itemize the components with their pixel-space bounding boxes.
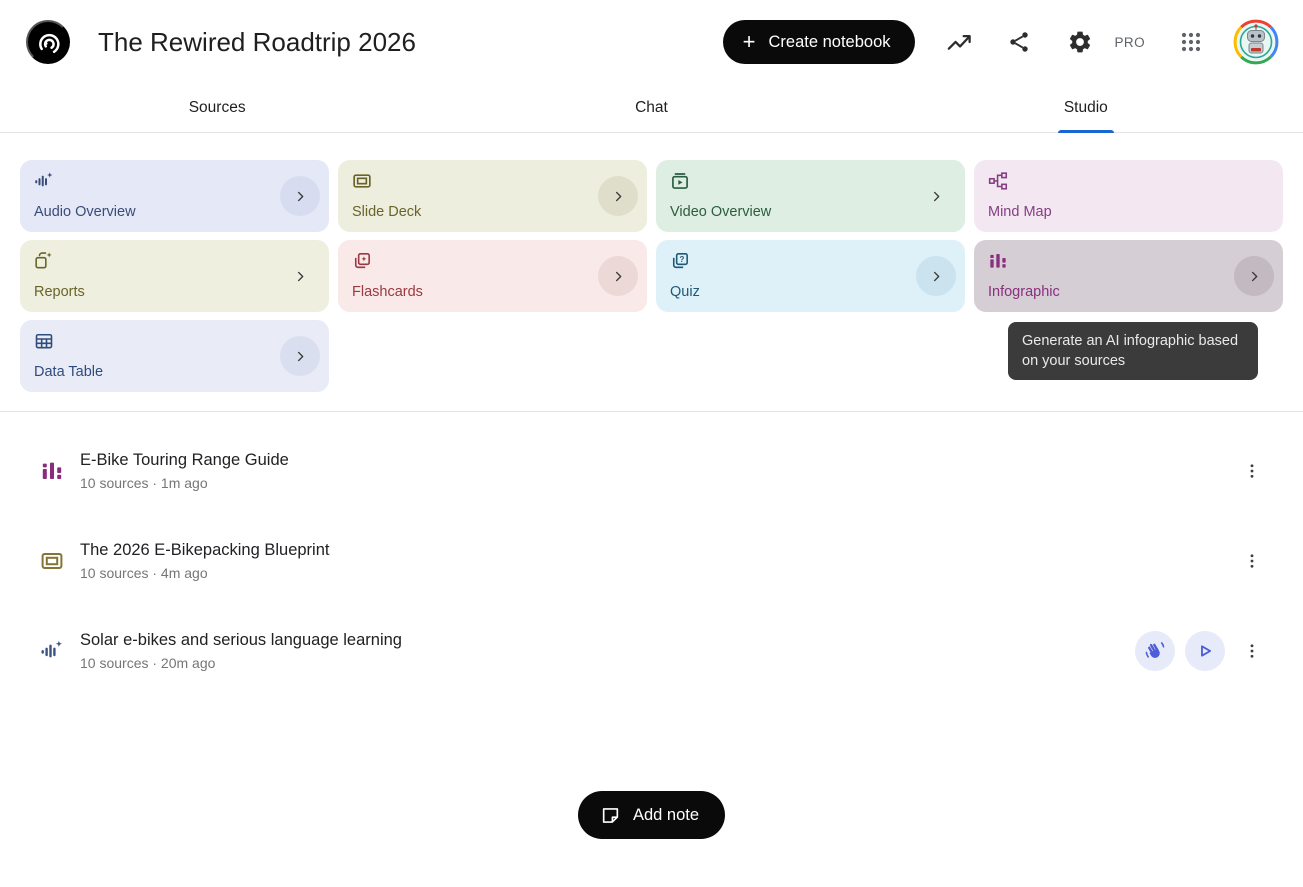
gear-icon <box>1067 29 1093 55</box>
interactive-hand-icon <box>1144 640 1166 662</box>
artifact-actions <box>1235 451 1265 491</box>
card-label: Data Table <box>34 364 103 380</box>
chevron-right-icon[interactable] <box>280 176 320 216</box>
card-label: Slide Deck <box>352 204 421 220</box>
artifact-actions <box>1235 541 1265 581</box>
create-notebook-button[interactable]: + Create notebook <box>723 20 915 64</box>
artifact-title: The 2026 E-Bikepacking Blueprint <box>80 541 329 560</box>
play-icon <box>1194 640 1216 662</box>
infographic-tooltip: Generate an AI infographic based on your… <box>1008 322 1258 380</box>
notebooklm-logo-icon <box>33 27 63 57</box>
artifact-title: Solar e-bikes and serious language learn… <box>80 631 402 650</box>
artifact-row[interactable]: The 2026 E-Bikepacking Blueprint 10 sourc… <box>0 516 1303 606</box>
notebook-title[interactable]: The Rewired Roadtrip 2026 <box>98 27 416 58</box>
artifact-row[interactable]: Solar e-bikes and serious language learn… <box>0 606 1303 696</box>
settings-button[interactable] <box>1067 29 1093 55</box>
avatar-robot-image <box>1233 19 1279 65</box>
studio-card-infographic[interactable]: Infographic <box>974 240 1283 312</box>
slide-deck-icon <box>352 171 372 191</box>
artifact-menu-button[interactable] <box>1239 631 1265 671</box>
studio-card-audio-overview[interactable]: Audio Overview <box>20 160 329 232</box>
tab-label: Sources <box>189 99 246 117</box>
card-label: Quiz <box>670 284 700 300</box>
artifact-actions <box>1135 631 1265 671</box>
app-header: The Rewired Roadtrip 2026 + Create noteb… <box>0 0 1303 84</box>
quiz-icon: ? <box>670 251 690 271</box>
bar-chart-icon <box>40 459 64 483</box>
studio-card-slide-deck[interactable]: Slide Deck <box>338 160 647 232</box>
chevron-right-icon[interactable] <box>916 176 956 216</box>
tab-label: Chat <box>635 99 668 117</box>
chevron-right-icon[interactable] <box>280 336 320 376</box>
artifact-title: E-Bike Touring Range Guide <box>80 451 289 470</box>
mind-map-icon <box>988 171 1008 191</box>
chevron-right-icon[interactable] <box>916 256 956 296</box>
card-label: Mind Map <box>988 204 1052 220</box>
studio-card-reports[interactable]: Reports <box>20 240 329 312</box>
play-button[interactable] <box>1185 631 1225 671</box>
create-notebook-label: Create notebook <box>769 33 891 52</box>
more-vert-icon <box>1243 462 1261 480</box>
video-overview-icon <box>670 171 690 191</box>
card-label: Flashcards <box>352 284 423 300</box>
slide-deck-icon <box>40 549 64 573</box>
studio-card-flashcards[interactable]: Flashcards <box>338 240 647 312</box>
analytics-button[interactable] <box>946 29 973 56</box>
studio-card-mind-map[interactable]: Mind Map <box>974 160 1283 232</box>
more-vert-icon <box>1243 642 1261 660</box>
panel-tabs: Sources Chat Studio <box>0 84 1303 133</box>
pro-badge: PRO <box>1115 35 1145 50</box>
more-vert-icon <box>1243 552 1261 570</box>
tab-label: Studio <box>1064 99 1108 117</box>
studio-card-video-overview[interactable]: Video Overview <box>656 160 965 232</box>
trending-up-icon <box>946 29 973 56</box>
chevron-right-icon[interactable] <box>1234 256 1274 296</box>
artifact-menu-button[interactable] <box>1239 451 1265 491</box>
avatar[interactable] <box>1233 19 1279 65</box>
infographic-icon <box>988 251 1008 271</box>
share-icon <box>1007 30 1031 54</box>
tab-studio[interactable]: Studio <box>869 84 1303 132</box>
artifact-meta: 10 sources · 20m ago <box>80 655 402 671</box>
artifact-text: E-Bike Touring Range Guide 10 sources · 1… <box>80 451 289 491</box>
apps-grid-button[interactable] <box>1179 30 1203 54</box>
artifact-list: E-Bike Touring Range Guide 10 sources · 1… <box>0 412 1303 696</box>
card-label: Reports <box>34 284 85 300</box>
artifact-text: The 2026 E-Bikepacking Blueprint 10 sourc… <box>80 541 329 581</box>
chevron-right-icon[interactable] <box>598 176 638 216</box>
interactive-mode-button[interactable] <box>1135 631 1175 671</box>
card-label: Audio Overview <box>34 204 136 220</box>
svg-text:?: ? <box>679 255 684 264</box>
add-note-wrap: Add note <box>0 791 1303 839</box>
artifact-meta: 10 sources · 4m ago <box>80 565 329 581</box>
artifact-meta: 10 sources · 1m ago <box>80 475 289 491</box>
artifact-menu-button[interactable] <box>1239 541 1265 581</box>
apps-grid-icon <box>1179 30 1203 54</box>
tab-chat[interactable]: Chat <box>434 84 868 132</box>
artifact-row[interactable]: E-Bike Touring Range Guide 10 sources · 1… <box>0 426 1303 516</box>
flashcards-icon <box>352 251 372 271</box>
audio-waveform-icon <box>34 171 54 191</box>
share-button[interactable] <box>1007 30 1031 54</box>
reports-icon <box>34 251 54 271</box>
add-note-label: Add note <box>633 806 699 825</box>
studio-card-quiz[interactable]: ? Quiz <box>656 240 965 312</box>
note-icon <box>600 805 621 826</box>
audio-waveform-icon <box>40 639 64 663</box>
notebooklm-logo[interactable] <box>26 20 70 64</box>
chevron-right-icon[interactable] <box>598 256 638 296</box>
chevron-right-icon[interactable] <box>280 256 320 296</box>
studio-card-data-table[interactable]: Data Table <box>20 320 329 392</box>
add-note-button[interactable]: Add note <box>578 791 725 839</box>
card-label: Infographic <box>988 284 1060 300</box>
card-label: Video Overview <box>670 204 771 220</box>
tab-sources[interactable]: Sources <box>0 84 434 132</box>
plus-icon: + <box>743 31 756 53</box>
artifact-text: Solar e-bikes and serious language learn… <box>80 631 402 671</box>
data-table-icon <box>34 331 54 351</box>
